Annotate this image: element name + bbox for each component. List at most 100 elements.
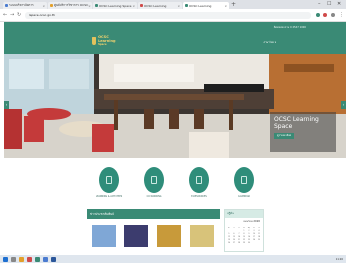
hero-banner: OCSC Learning Space ดูรายละเอียด ‹ ›	[4, 54, 346, 158]
calendar-day[interactable]: 28	[237, 242, 241, 244]
calendar-day[interactable]: 8	[242, 233, 246, 235]
slider-prev-button[interactable]: ‹	[4, 101, 9, 109]
calendar-day[interactable]: 6	[232, 233, 236, 235]
close-tab-icon[interactable]: ×	[224, 4, 227, 8]
calendar-day[interactable]: ศ	[252, 226, 256, 229]
calendar-day[interactable]: 13	[232, 236, 236, 238]
calendar-day[interactable]: 11	[257, 233, 261, 235]
calendar-day[interactable]: 18	[257, 236, 261, 238]
calendar-day[interactable]: 14	[237, 236, 241, 238]
calendar-day[interactable]: 20	[232, 239, 236, 241]
calendar-day[interactable]: อ	[237, 226, 241, 229]
site-logo[interactable]: OCSC Learning Space	[92, 34, 122, 47]
site-header: ติดต่อสอบถาม 0 2547 1000 OCSC Learning S…	[4, 22, 346, 54]
slider-next-button[interactable]: ›	[341, 101, 346, 109]
service-calendar[interactable]: CALENDAR	[229, 167, 259, 198]
calendar-day[interactable]: 25	[257, 239, 261, 241]
calendar-day[interactable]: 3	[252, 230, 256, 232]
book-icon	[106, 176, 112, 184]
system-clock: 11:26	[335, 257, 343, 261]
calendar-day[interactable]: 23	[247, 239, 251, 241]
calendar-day	[232, 230, 236, 232]
calendar-day[interactable]: 12	[227, 236, 231, 238]
windows-start-icon[interactable]	[3, 256, 8, 262]
close-tab-icon[interactable]: ×	[177, 4, 180, 8]
extension-icon[interactable]	[316, 13, 320, 17]
calendar-day[interactable]: 2	[247, 230, 251, 232]
calendar-day[interactable]: 26	[227, 242, 231, 244]
app-icon[interactable]	[27, 256, 32, 262]
os-taskbar: 11:26	[0, 255, 346, 263]
back-icon[interactable]: ←	[3, 12, 7, 18]
service-circle	[234, 167, 254, 193]
search-icon[interactable]	[11, 256, 16, 262]
news-card[interactable]	[190, 225, 214, 247]
calendar-day[interactable]: 21	[237, 239, 241, 241]
service-coworking[interactable]: CO-WORKING	[139, 167, 169, 198]
calendar-day	[237, 230, 241, 232]
chrome-icon[interactable]	[43, 256, 48, 262]
address-bar[interactable]: lspace.ocsc.go.th	[25, 12, 311, 19]
browser-tab[interactable]: OCSC Learning Space ×	[93, 2, 137, 9]
calendar-day[interactable]: 10	[252, 233, 256, 235]
forward-icon[interactable]: →	[10, 12, 14, 18]
close-window-button[interactable]: ✕	[337, 1, 341, 7]
extension-icon[interactable]	[323, 13, 327, 17]
news-card[interactable]	[157, 225, 181, 247]
close-tab-icon[interactable]: ×	[42, 4, 45, 8]
calendar-day[interactable]: 1	[242, 230, 246, 232]
reload-icon[interactable]: ↻	[17, 12, 21, 18]
calendar-day[interactable]: 4	[257, 230, 261, 232]
new-tab-button[interactable]: +	[231, 2, 236, 8]
service-learning[interactable]: LEARNING & ACTIVITIES	[94, 167, 124, 198]
service-circle	[144, 167, 164, 193]
menu-icon[interactable]: ⋮	[339, 12, 344, 18]
file-explorer-icon[interactable]	[19, 256, 24, 262]
calendar-day[interactable]: 5	[227, 233, 231, 235]
calendar-day[interactable]: พฤ	[247, 226, 251, 229]
browser-tab-active[interactable]: OCSC Learning ×	[183, 2, 229, 9]
calendar-day[interactable]: 17	[252, 236, 256, 238]
service-eresources[interactable]: E-RESOURCES	[184, 167, 214, 198]
close-tab-icon[interactable]: ×	[132, 4, 135, 8]
app-icon[interactable]	[35, 256, 40, 262]
calendar-widget: ปฏิทิน เมษายน 2020 อาจอพพฤศส 1 2 3 4 5 6 7 8 9 10 1…	[224, 209, 264, 252]
hero-title: OCSC Learning Space	[274, 116, 319, 130]
minimize-button[interactable]: –	[318, 1, 321, 7]
calendar-day[interactable]: 7	[237, 233, 241, 235]
calendar-day[interactable]: 24	[252, 239, 256, 241]
news-card[interactable]	[92, 225, 116, 247]
favicon-icon	[95, 4, 98, 7]
profile-avatar[interactable]	[331, 13, 335, 17]
calendar-month[interactable]: เมษายน 2020	[225, 218, 263, 226]
hero-caption: OCSC Learning Space ดูรายละเอียด	[270, 112, 336, 152]
language-selector[interactable]: ภาษาไทย ▾	[263, 41, 276, 45]
calendar-day	[227, 230, 231, 232]
news-card[interactable]	[124, 225, 148, 247]
contact-info: ติดต่อสอบถาม 0 2547 1000	[273, 26, 306, 29]
calendar-day[interactable]: 19	[227, 239, 231, 241]
calendar-day[interactable]: อา	[227, 226, 231, 229]
maximize-button[interactable]: ☐	[327, 1, 331, 7]
browser-tab[interactable]: ศูนย์บริการวิชาการ OCSC ×	[48, 2, 92, 9]
favicon-icon	[140, 4, 143, 7]
favicon-icon	[185, 4, 188, 7]
browser-tab[interactable]: ระบบบริหารจัดการ ×	[3, 2, 47, 9]
hero-details-button[interactable]: ดูรายละเอียด	[274, 133, 295, 139]
calendar-day[interactable]: 29	[242, 242, 246, 244]
calendar-day[interactable]: พ	[242, 226, 246, 229]
word-icon[interactable]	[51, 256, 56, 262]
calendar-day[interactable]: จ	[232, 226, 236, 229]
browser-tab[interactable]: OCSC Learning ×	[138, 2, 182, 9]
calendar-day[interactable]: 30	[247, 242, 251, 244]
logo-line1: OCSC Learning	[98, 34, 116, 43]
calendar-day[interactable]: ส	[257, 226, 261, 229]
service-label: LEARNING & ACTIVITIES	[95, 195, 123, 198]
calendar-day[interactable]: 15	[242, 236, 246, 238]
calendar-day[interactable]: 9	[247, 233, 251, 235]
calendar-day[interactable]: 22	[242, 239, 246, 241]
calendar-day[interactable]: 27	[232, 242, 236, 244]
service-label: CO-WORKING	[146, 195, 162, 198]
calendar-day[interactable]: 16	[247, 236, 251, 238]
close-tab-icon[interactable]: ×	[88, 4, 91, 8]
